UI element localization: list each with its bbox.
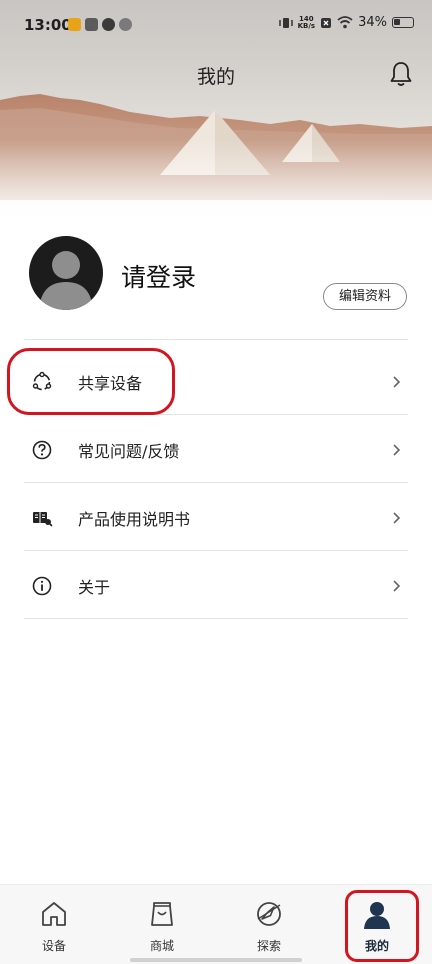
compass-icon bbox=[257, 902, 281, 926]
battery-icon bbox=[392, 17, 414, 28]
menu-item-label: 常见问题/反馈 bbox=[78, 442, 180, 461]
status-right: 140 KB/s 34% bbox=[278, 15, 414, 30]
weibo-icon bbox=[68, 18, 81, 31]
annotation-highlight bbox=[7, 348, 175, 415]
avatar[interactable] bbox=[29, 236, 103, 310]
info-icon bbox=[32, 576, 52, 596]
net-speed: 140 KB/s bbox=[297, 15, 316, 30]
menu-item-label: 产品使用说明书 bbox=[78, 510, 191, 529]
battery-percent: 34% bbox=[358, 15, 387, 30]
shopping-bag-icon bbox=[151, 902, 173, 926]
manual-icon bbox=[33, 512, 53, 527]
nav-tab-explore[interactable]: 探索 bbox=[229, 885, 309, 961]
no-sim-icon bbox=[321, 17, 332, 28]
chevron-right-icon bbox=[393, 376, 401, 388]
net-speed-unit: KB/s bbox=[297, 21, 316, 30]
edit-profile-button[interactable]: 编辑资料 bbox=[323, 283, 407, 310]
wifi-icon bbox=[337, 16, 353, 29]
menu-item-label: 关于 bbox=[78, 578, 111, 597]
default-avatar-icon bbox=[39, 251, 93, 310]
status-bar: 13:00 140 KB/s 34% bbox=[0, 0, 432, 52]
login-prompt[interactable]: 请登录 bbox=[121, 258, 196, 294]
bell-icon[interactable] bbox=[388, 60, 414, 88]
vibrate-icon bbox=[278, 17, 293, 28]
menu-item-faq-feedback[interactable]: 常见问题/反馈 bbox=[24, 415, 408, 483]
nav-label: 设备 bbox=[41, 939, 66, 953]
help-icon bbox=[32, 440, 52, 460]
notification-icons bbox=[68, 18, 132, 31]
status-time: 13:00 bbox=[24, 16, 72, 34]
menu-item-about[interactable]: 关于 bbox=[24, 551, 408, 619]
sync-icon bbox=[119, 18, 132, 31]
nav-tab-mall[interactable]: 商城 bbox=[122, 885, 202, 961]
home-indicator[interactable] bbox=[130, 958, 302, 962]
page-title: 我的 bbox=[196, 66, 235, 88]
nav-tab-device[interactable]: 设备 bbox=[14, 885, 94, 961]
chevron-right-icon bbox=[393, 444, 401, 456]
app-notification-icon bbox=[85, 18, 98, 31]
annotation-highlight bbox=[345, 890, 419, 962]
menu-item-product-manual[interactable]: 产品使用说明书 bbox=[24, 483, 408, 551]
chevron-right-icon bbox=[393, 580, 401, 592]
divider bbox=[24, 339, 408, 340]
nav-label: 探索 bbox=[256, 939, 281, 953]
nav-label: 商城 bbox=[149, 939, 174, 953]
link-icon bbox=[102, 18, 115, 31]
chevron-right-icon bbox=[393, 512, 401, 524]
home-icon bbox=[42, 902, 66, 926]
